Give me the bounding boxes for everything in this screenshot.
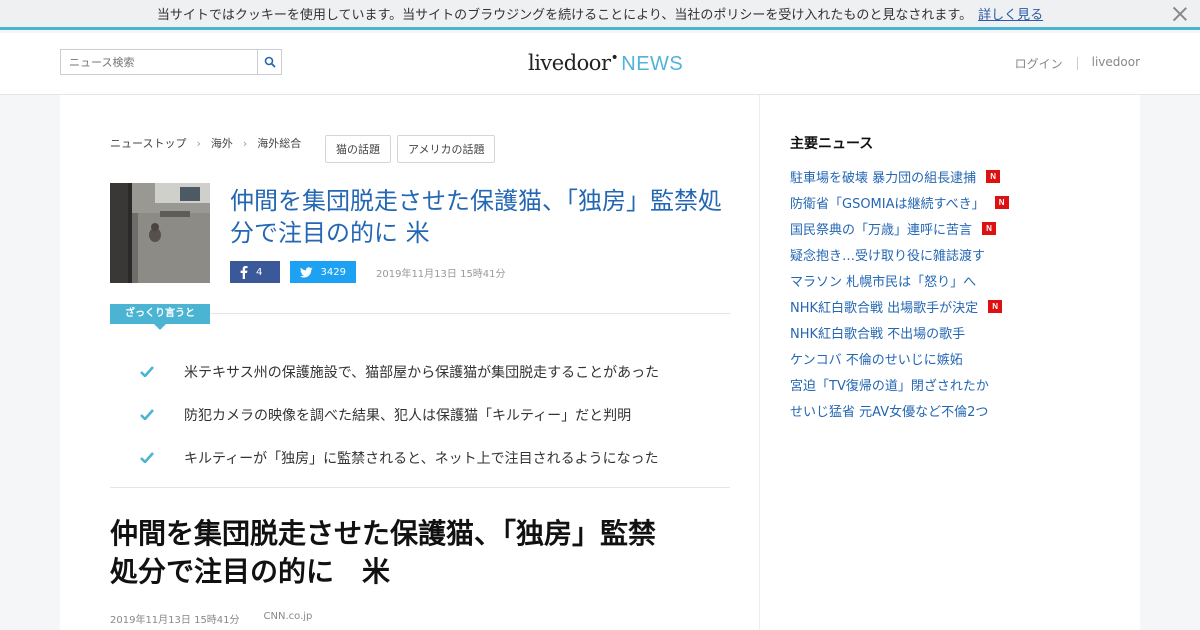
article-meta: 2019年11月13日 15時41分 CNN.co.jp: [110, 611, 312, 626]
summary-list: 米テキサス州の保護施設で、猫部屋から保護猫が集団脱走することがあった 防犯カメラ…: [140, 350, 740, 479]
facebook-share-button[interactable]: 4: [230, 261, 280, 283]
share-row: 4 3429 2019年11月13日 15時41分: [230, 261, 506, 283]
cat-photo-image: [110, 183, 210, 283]
cookie-details-link[interactable]: 詳しく見る: [978, 4, 1043, 23]
facebook-count: 4: [256, 266, 263, 278]
article-thumbnail[interactable]: [110, 183, 210, 283]
top-news-item[interactable]: NHK紅白歌合戦 不出場の歌手: [790, 319, 1110, 345]
twitter-count: 3429: [320, 266, 346, 278]
search-input[interactable]: [61, 50, 257, 74]
cookie-text: 当サイトではクッキーを使用しています。当サイトのブラウジングを続けることにより、…: [156, 8, 973, 23]
login-link[interactable]: ログイン: [1015, 55, 1063, 72]
article-headline-link[interactable]: 仲間を集団脱走させた保護猫、「独房」監禁処分で注目の的に 米: [230, 185, 735, 250]
top-news-item[interactable]: 防衛省「GSOMIAは継続すべき」 N: [790, 189, 1110, 215]
top-news-label[interactable]: NHK紅白歌合戦 出場歌手が決定: [790, 297, 978, 316]
article-source-link[interactable]: CNN.co.jp: [264, 611, 313, 626]
tag-america[interactable]: アメリカの話題: [397, 135, 496, 163]
summary-item: キルティーが「独房」に監禁されると、ネット上で注目されるようになった: [140, 436, 740, 479]
sidebar-title: 主要ニュース: [790, 136, 874, 152]
logo-livedoor: livedoor: [528, 51, 611, 75]
topic-tags: 猫の話題 アメリカの話題: [325, 135, 496, 163]
summary-text: 防犯カメラの映像を調べた結果、犯人は保護猫「キルティー」だと判明: [184, 407, 632, 424]
new-badge: N: [986, 169, 1001, 183]
article-title-line2: 処分で注目の的に 米: [110, 554, 391, 588]
site-header: livedoor • NEWS ログイン livedoor: [0, 33, 1200, 95]
site-logo[interactable]: livedoor • NEWS: [528, 50, 684, 76]
top-news-label[interactable]: ケンコバ 不倫のせいじに嫉妬: [790, 349, 963, 368]
search-button[interactable]: [257, 50, 281, 74]
top-news-label[interactable]: せいじ猛省 元AV女優など不倫2つ: [790, 401, 988, 420]
page-container: ニューストップ › 海外 › 海外総合 猫の話題 アメリカの話題 仲間を集団脱走…: [60, 95, 1140, 630]
main-column: ニューストップ › 海外 › 海外総合 猫の話題 アメリカの話題 仲間を集団脱走…: [60, 95, 760, 630]
breadcrumb-item-overseas-general[interactable]: 海外総合: [257, 135, 301, 151]
breadcrumb-item-top[interactable]: ニューストップ: [110, 135, 186, 151]
top-news-item[interactable]: せいじ猛省 元AV女優など不倫2つ: [790, 397, 1110, 423]
search-icon: [264, 56, 276, 68]
check-icon: [140, 366, 154, 377]
logo-news: NEWS: [621, 53, 684, 75]
top-news-label[interactable]: 国民祭典の「万歳」連呼に苦言: [790, 219, 972, 238]
top-news-item[interactable]: 国民祭典の「万歳」連呼に苦言 N: [790, 215, 1110, 241]
top-news-item[interactable]: 疑念抱き…受け取り役に雑誌渡す: [790, 241, 1110, 267]
article-date: 2019年11月13日 15時41分: [110, 615, 240, 626]
twitter-icon: [300, 266, 313, 278]
top-news-label[interactable]: 宮迫「TV復帰の道」閉ざされたか: [790, 375, 989, 394]
chevron-right-icon: ›: [242, 136, 248, 150]
breadcrumb: ニューストップ › 海外 › 海外総合: [110, 135, 301, 151]
top-news-label[interactable]: 防衛省「GSOMIAは継続すべき」: [790, 193, 985, 212]
new-badge: N: [988, 299, 1003, 313]
summary-item: 米テキサス州の保護施設で、猫部屋から保護猫が集団脱走することがあった: [140, 350, 740, 393]
top-news-list: 駐車場を破壊 暴力団の組長逮捕 N 防衛省「GSOMIAは継続すべき」 N 国民祭典…: [790, 163, 1110, 423]
logo-dot: •: [610, 50, 619, 66]
summary-label: ざっくり言うと: [110, 304, 210, 330]
breadcrumb-item-overseas[interactable]: 海外: [211, 135, 233, 151]
facebook-icon: [240, 265, 248, 279]
summary-item: 防犯カメラの映像を調べた結果、犯人は保護猫「キルティー」だと判明: [140, 393, 740, 436]
check-icon: [140, 452, 154, 463]
livedoor-link[interactable]: livedoor: [1092, 55, 1140, 72]
top-news-item[interactable]: ケンコバ 不倫のせいじに嫉妬: [790, 345, 1110, 371]
cookie-banner: 当サイトではクッキーを使用しています。当サイトのブラウジングを続けることにより、…: [0, 0, 1200, 30]
publish-date: 2019年11月13日 15時41分: [376, 268, 506, 280]
top-news-label[interactable]: 駐車場を破壊 暴力団の組長逮捕: [790, 167, 976, 186]
new-badge: N: [982, 221, 997, 235]
top-news-item[interactable]: NHK紅白歌合戦 出場歌手が決定 N: [790, 293, 1110, 319]
header-divider: [1076, 57, 1078, 70]
close-icon[interactable]: [1172, 6, 1188, 22]
summary-text: 米テキサス州の保護施設で、猫部屋から保護猫が集団脱走することがあった: [184, 364, 660, 381]
new-badge: N: [994, 195, 1009, 209]
top-news-item[interactable]: マラソン 札幌市民は「怒り」へ: [790, 267, 1110, 293]
article-title: 仲間を集団脱走させた保護猫、「独房」監禁 処分で注目の的に 米: [110, 515, 730, 591]
search-box: [60, 49, 282, 75]
summary-text: キルティーが「独房」に監禁されると、ネット上で注目されるようになった: [184, 450, 659, 467]
chevron-right-icon: ›: [196, 136, 201, 150]
content-divider: [110, 487, 730, 488]
top-news-label[interactable]: 疑念抱き…受け取り役に雑誌渡す: [790, 245, 985, 264]
check-icon: [140, 409, 154, 420]
header-links: ログイン livedoor: [1015, 55, 1140, 72]
top-news-label[interactable]: NHK紅白歌合戦 不出場の歌手: [790, 323, 965, 342]
top-news-item[interactable]: 駐車場を破壊 暴力団の組長逮捕 N: [790, 163, 1110, 189]
top-news-item[interactable]: 宮迫「TV復帰の道」閉ざされたか: [790, 371, 1110, 397]
article-title-line1: 仲間を集団脱走させた保護猫、「独房」監禁: [110, 517, 657, 550]
twitter-share-button[interactable]: 3429: [290, 261, 356, 283]
top-news-label[interactable]: マラソン 札幌市民は「怒り」へ: [790, 271, 976, 290]
tag-cat[interactable]: 猫の話題: [325, 135, 391, 163]
